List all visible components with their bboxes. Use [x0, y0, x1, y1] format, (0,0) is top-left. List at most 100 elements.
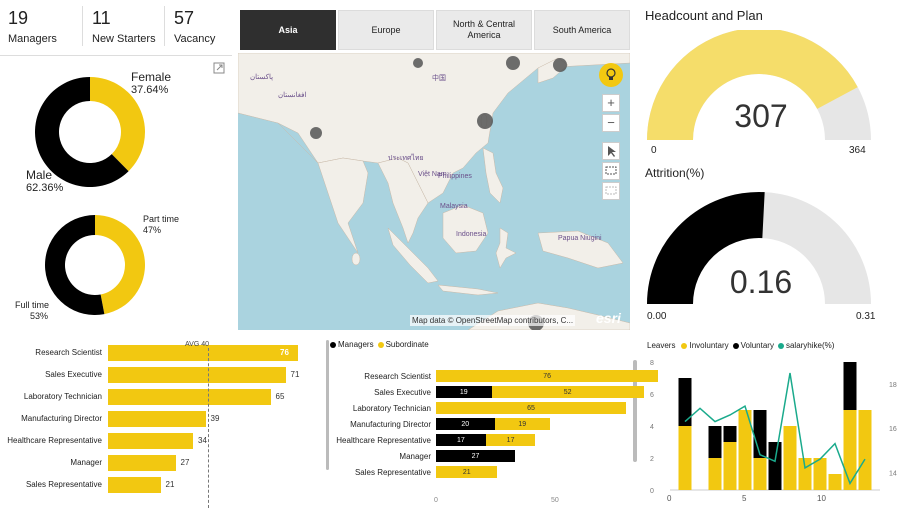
managers-bar[interactable]: 19: [436, 386, 492, 398]
role-bar[interactable]: [108, 455, 176, 471]
leavers-plot: 0 2 4 6 8 14 16 18 0 5 10: [650, 360, 897, 503]
y-tick: 6: [650, 392, 654, 399]
role-value: 39: [210, 414, 220, 423]
subordinate-bar[interactable]: 21: [436, 466, 498, 478]
role-value: 65: [275, 392, 285, 401]
worktime-donut: [44, 215, 145, 315]
legend: Managers Subordinate: [330, 340, 429, 349]
role-label: Research Scientist: [35, 348, 102, 357]
scrollbar[interactable]: [326, 340, 329, 470]
involuntary-bar: [723, 442, 737, 490]
map-label-vietnam: Việt Nam: [418, 171, 447, 178]
subordinate-bar[interactable]: 17: [485, 434, 536, 446]
tab-europe[interactable]: Europe: [338, 10, 434, 50]
y-tick: 8: [650, 360, 654, 367]
involuntary-bar: [828, 474, 842, 490]
avg-reference-line: [208, 348, 209, 508]
legend-dot-salaryhike: [777, 342, 784, 349]
row-label: Manufacturing Director: [350, 420, 431, 429]
attrition-max: 0.31: [856, 311, 876, 322]
vacancy-count: 57: [174, 8, 195, 28]
male-percent: 62.36%: [26, 182, 64, 194]
new-starters-label: New Starters: [92, 33, 156, 45]
involuntary-bar: [753, 458, 767, 490]
involuntary-bar: [843, 410, 857, 490]
female-percent: 37.64%: [131, 84, 169, 96]
select-pointer-button[interactable]: [602, 142, 620, 160]
zoom-out-button[interactable]: −: [602, 114, 620, 132]
role-bar[interactable]: [108, 411, 206, 427]
male-label: Male: [26, 168, 53, 182]
row-label: Healthcare Representative: [336, 436, 431, 445]
role-bar[interactable]: [108, 433, 193, 449]
y2-tick: 16: [889, 426, 897, 433]
role-bar[interactable]: [108, 389, 271, 405]
map-label-afghanistan: افغانستان: [278, 92, 307, 99]
kpi-divider: [164, 6, 165, 46]
subordinate-bar[interactable]: 19: [494, 418, 551, 430]
voluntary-bar: [768, 442, 782, 490]
map-label-china: 中国: [432, 75, 446, 82]
role-label: Healthcare Representative: [7, 436, 102, 445]
lasso-select-icon: [605, 186, 617, 195]
map-label-pakistan: پاکستان: [250, 74, 274, 81]
attrition-min: 0.00: [647, 311, 667, 322]
lasso-select-button[interactable]: [602, 182, 620, 200]
full-time-label: Full time: [15, 300, 50, 310]
role-label: Manufacturing Director: [21, 414, 102, 423]
x-tick-0: 0: [434, 497, 438, 504]
headcount-title: Headcount and Plan: [645, 8, 763, 23]
subordinate-bar[interactable]: 65: [436, 402, 627, 414]
full-time-percent: 53%: [30, 311, 49, 321]
role-bar[interactable]: [108, 477, 161, 493]
involuntary-bar: [678, 426, 692, 490]
voluntary-bar: [753, 410, 767, 458]
headcount-value: 307: [734, 98, 788, 134]
rectangle-select-icon: [605, 166, 617, 175]
managers-subordinate-chart: Managers Subordinate Research Scientist 7…: [330, 336, 659, 508]
y-tick: 0: [650, 488, 654, 495]
row-label: Sales Representative: [354, 468, 431, 477]
x-tick: 0: [667, 494, 672, 503]
row-label: Laboratory Technician: [352, 404, 431, 413]
leavers-chart: Leavers Involuntary Voluntary salaryhike…: [645, 336, 908, 511]
rect-select-button[interactable]: [602, 162, 620, 180]
role-value: 71: [290, 370, 300, 379]
kpi-bottom-divider: [0, 55, 232, 56]
part-time-label: Part time: [143, 214, 180, 224]
map-attribution: Map data © OpenStreetMap contributors, C…: [410, 315, 576, 326]
row-label: Manager: [399, 452, 431, 461]
map-label-malaysia: Malaysia: [440, 203, 468, 210]
focus-mode-icon[interactable]: [213, 62, 225, 74]
role-value: 27: [180, 458, 190, 467]
part-time-percent: 47%: [143, 225, 162, 235]
attrition-value: 0.16: [729, 264, 793, 300]
map-label-papua: Papua Niugini: [558, 235, 602, 242]
legend-voluntary: Voluntary: [740, 341, 774, 350]
cursor-icon: [608, 146, 616, 157]
tab-asia[interactable]: Asia: [240, 10, 336, 50]
zoom-in-button[interactable]: +: [602, 94, 620, 112]
subordinate-bar[interactable]: 52: [491, 386, 644, 398]
map-lightbulb-button[interactable]: [599, 63, 623, 87]
row-label: Research Scientist: [364, 372, 431, 381]
managers-bar[interactable]: 20: [436, 418, 495, 430]
subordinate-bar[interactable]: 76: [436, 370, 659, 382]
legend-dot-involuntary: [681, 342, 688, 349]
role-bar[interactable]: [108, 367, 286, 383]
leavers-legend: Leavers Involuntary Voluntary salaryhike…: [647, 341, 834, 350]
role-label: Sales Executive: [45, 370, 102, 379]
role-headcount-chart: Research Scientist 76 Sales Executive 71 Lab…: [0, 336, 318, 508]
y-tick: 2: [650, 456, 654, 463]
vacancy-label: Vacancy: [174, 33, 216, 45]
role-value: 21: [165, 480, 175, 489]
row-label: Sales Executive: [374, 388, 431, 397]
managers-bar[interactable]: 17: [436, 434, 486, 446]
x-tick-50: 50: [551, 497, 559, 504]
tab-south-america[interactable]: South America: [534, 10, 630, 50]
role-value: 76: [280, 348, 289, 357]
managers-bar[interactable]: 27: [436, 450, 515, 462]
asia-map[interactable]: Philippines Malaysia Indonesia Papua Niu…: [238, 53, 630, 330]
legend-involuntary: Involuntary: [689, 341, 729, 350]
tab-north-central-america[interactable]: North & Central America: [436, 10, 532, 50]
